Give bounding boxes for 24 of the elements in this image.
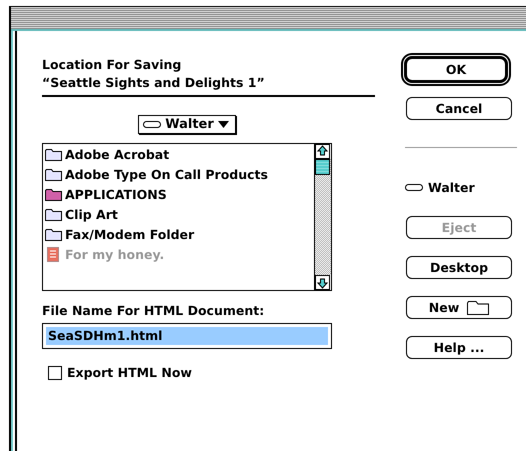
folder-popup[interactable]: Walter <box>138 115 236 134</box>
file-list-item[interactable]: Adobe Type On Call Products <box>43 164 314 184</box>
dialog-button[interactable]: Help ... <box>406 336 512 359</box>
checkbox[interactable] <box>48 366 62 380</box>
folder-icon <box>467 300 490 315</box>
drive-icon <box>143 121 162 128</box>
dialog-button[interactable]: New <box>406 296 512 319</box>
heading-text: Location For Saving <box>42 57 182 72</box>
file-list-item[interactable]: Clip Art <box>43 204 314 224</box>
file-list-item[interactable]: Adobe Acrobat <box>43 144 314 164</box>
scroll-bar[interactable] <box>314 144 331 290</box>
dialog-button[interactable]: Desktop <box>406 256 512 279</box>
field-label: File Name For HTML Document: <box>42 303 266 318</box>
drive-icon <box>405 184 423 191</box>
file-list-item[interactable]: APPLICATIONS <box>43 184 314 204</box>
dialog-button[interactable]: Cancel <box>406 97 512 120</box>
file-list-item[interactable]: Fax/Modem Folder <box>43 224 314 244</box>
drive-name: Walter <box>428 180 475 195</box>
filename-field[interactable]: SeaSDHm1.html <box>42 323 332 349</box>
scroll-thumb[interactable] <box>315 159 330 175</box>
dialog-button[interactable]: OK <box>404 56 508 83</box>
caret-icon <box>218 121 229 128</box>
checkbox-label: Export HTML Now <box>67 365 192 380</box>
heading-text: “Seattle Sights and Delights 1” <box>42 75 266 90</box>
